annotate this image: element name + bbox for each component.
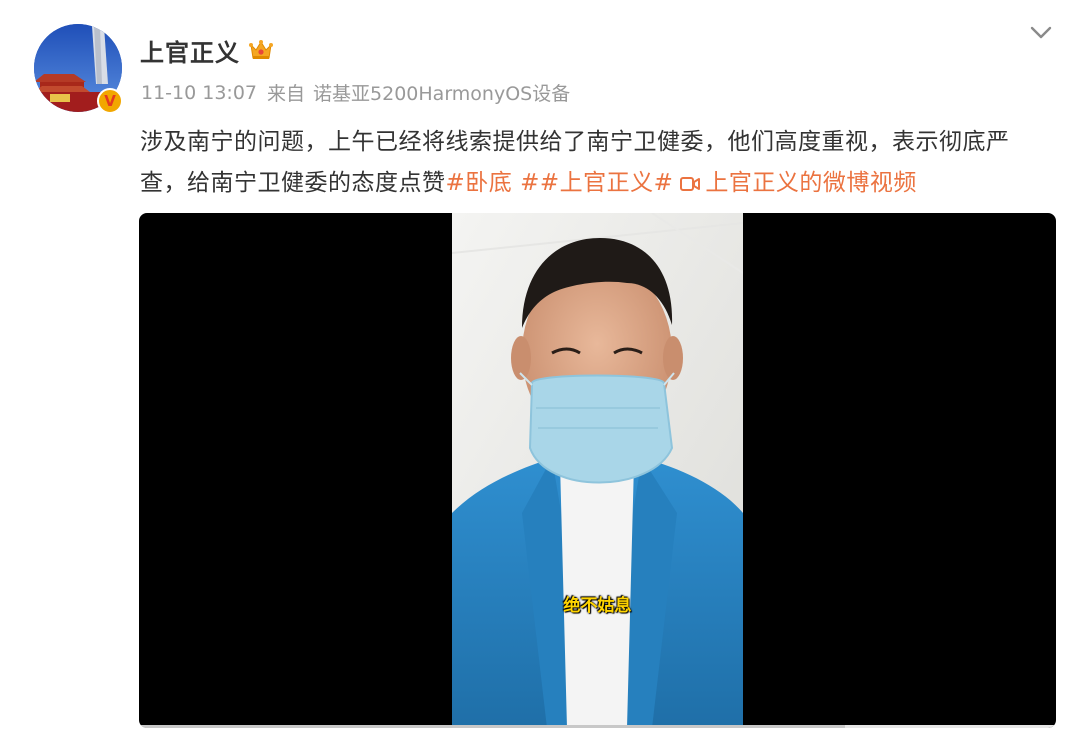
video-thumbnail bbox=[452, 213, 743, 728]
verified-badge: V bbox=[97, 88, 123, 114]
post-body: 涉及南宁的问题，上午已经将线索提供给了南宁卫健委，他们高度重视，表示彻底严查，给… bbox=[140, 122, 1055, 204]
hashtag-link[interactable]: #卧底 bbox=[446, 170, 513, 196]
post-meta: 11-10 13:07 来自 诺基亚5200HarmonyOS设备 bbox=[141, 79, 570, 106]
hashtag-link[interactable]: ##上官正义# bbox=[520, 170, 673, 196]
video-player[interactable]: 绝不姑息 bbox=[139, 213, 1056, 728]
video-camera-icon bbox=[680, 177, 701, 191]
video-link[interactable]: 上官正义的微博视频 bbox=[673, 170, 917, 196]
video-frame: 绝不姑息 bbox=[452, 213, 743, 728]
weibo-post-card: V 上官正义 11-10 13:07 来自 诺基亚5200HarmonyOS设备… bbox=[0, 0, 1080, 748]
video-progress-bar[interactable] bbox=[139, 725, 1056, 728]
crown-icon bbox=[249, 40, 273, 59]
source-prefix: 来自 bbox=[267, 83, 306, 105]
video-link-label: 上官正义的微博视频 bbox=[705, 170, 917, 196]
verified-mark: V bbox=[104, 91, 116, 110]
author-name[interactable]: 上官正义 bbox=[140, 33, 240, 68]
video-progress-fill bbox=[139, 725, 846, 728]
source-device[interactable]: 诺基亚5200HarmonyOS设备 bbox=[313, 79, 570, 106]
author-row: 上官正义 bbox=[140, 33, 274, 67]
chevron-down-icon[interactable] bbox=[1026, 22, 1056, 44]
post-time[interactable]: 11-10 13:07 bbox=[141, 82, 257, 104]
video-subtitle: 绝不姑息 bbox=[563, 596, 632, 616]
